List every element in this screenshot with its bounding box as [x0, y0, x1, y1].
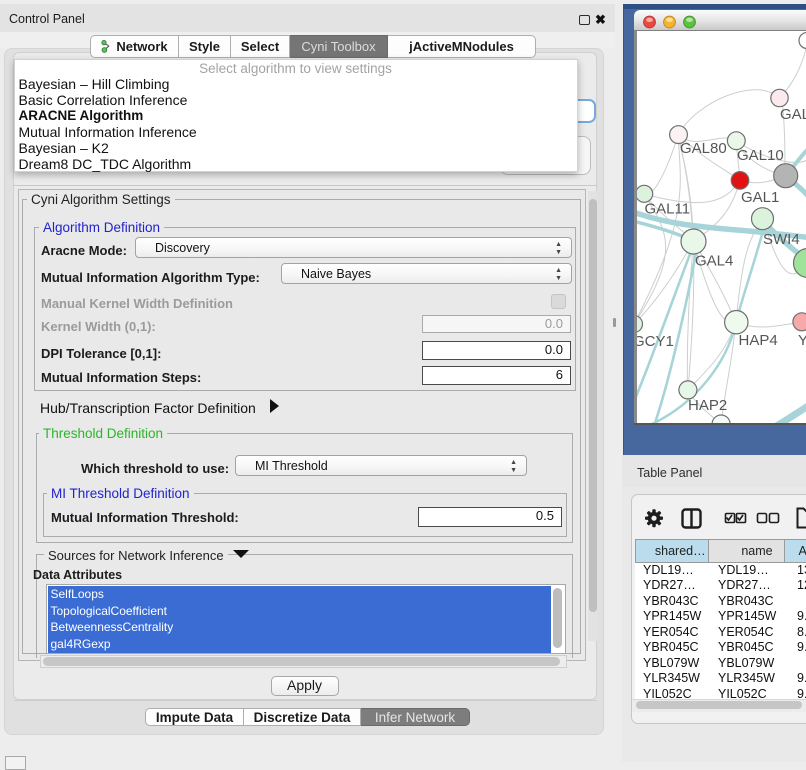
svg-text:HAP4: HAP4 [738, 332, 777, 349]
svg-text:GAL11: GAL11 [644, 201, 690, 218]
svg-text:GAL10: GAL10 [737, 147, 784, 164]
svg-text:Y: Y [798, 332, 806, 349]
svg-text:GCY1: GCY1 [637, 333, 674, 350]
svg-text:GAL80: GAL80 [680, 140, 727, 157]
svg-text:HAP2: HAP2 [688, 397, 727, 414]
svg-text:GAL2: GAL2 [780, 106, 806, 123]
svg-text:GAL1: GAL1 [741, 189, 779, 206]
svg-text:GAL4: GAL4 [695, 253, 733, 270]
svg-text:SWI4: SWI4 [763, 231, 800, 248]
